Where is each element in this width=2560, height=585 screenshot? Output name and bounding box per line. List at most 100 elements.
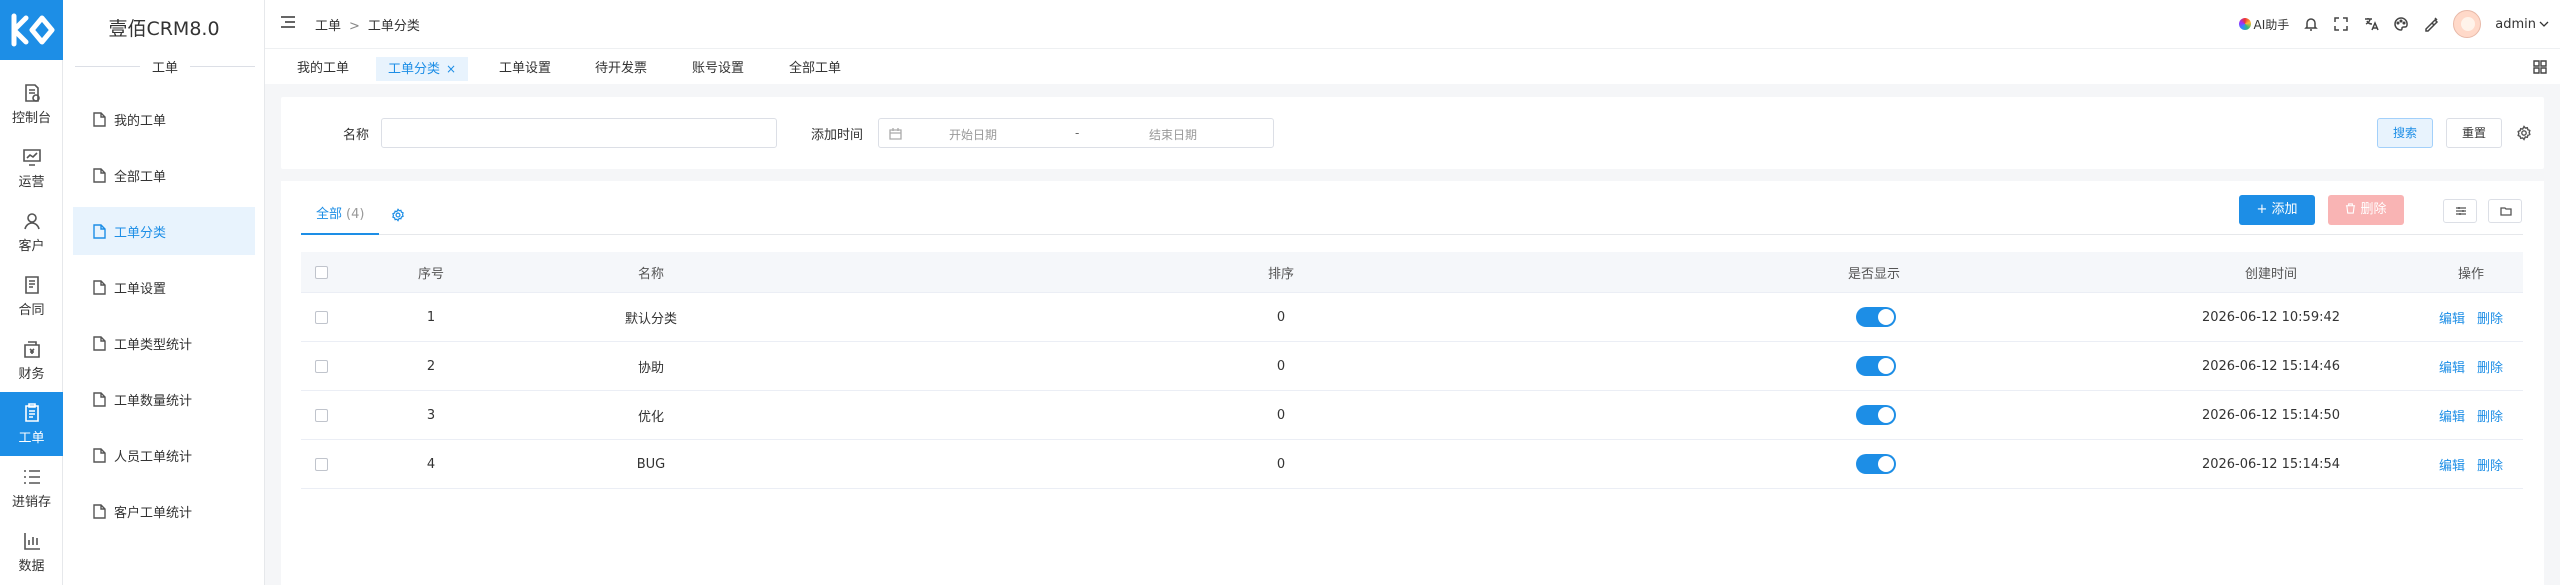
bar-chart-icon	[23, 533, 40, 550]
page-tab[interactable]: 全部工单	[777, 57, 853, 81]
list-icon	[23, 470, 40, 484]
cell-actions: 编辑 删除	[2421, 391, 2521, 439]
row-checkbox[interactable]	[314, 359, 328, 373]
cell-visible	[1856, 440, 1916, 488]
date-range-picker[interactable]: 开始日期 - 结束日期	[878, 118, 1274, 148]
rail-item[interactable]: 工单	[0, 392, 63, 456]
table-row: 3 优化 0 2026-06-12 15:14:50 编辑 删除	[301, 391, 2523, 440]
submenu-item[interactable]: 人员工单统计	[73, 431, 255, 479]
page-tab[interactable]: 工单分类 ×	[376, 57, 469, 81]
page-tab[interactable]: 工单设置	[487, 57, 563, 81]
tab-all[interactable]: 全部 (4)	[301, 195, 380, 235]
cell-no: 1	[426, 309, 436, 325]
page-tab[interactable]: 账号设置	[680, 57, 756, 81]
submenu-section-title: 工单	[152, 60, 179, 76]
app-logo[interactable]	[0, 0, 63, 60]
rail-item[interactable]: 控制台	[0, 72, 63, 136]
trash-icon	[2346, 203, 2356, 214]
cell-sort: 0	[1276, 358, 1286, 374]
visible-toggle[interactable]	[1856, 454, 1896, 474]
breadcrumb-item[interactable]: 工单	[315, 19, 341, 34]
rail-item-label: 进销存	[11, 495, 51, 510]
end-date-input[interactable]: 结束日期	[1149, 126, 1197, 143]
delete-link[interactable]: 删除	[2477, 455, 2503, 474]
user-menu[interactable]: admin	[2495, 17, 2550, 32]
export-button[interactable]	[2488, 199, 2522, 223]
ai-logo-icon	[2238, 18, 2251, 30]
rail-item[interactable]: 运营	[0, 136, 63, 200]
contract-icon	[24, 276, 39, 294]
edit-link[interactable]: 编辑	[2439, 308, 2465, 327]
list-panel: 全部 (4) + 添加 删除 序号 名称 排序 是否显示 创建时间 操作 1 默认分…	[281, 181, 2544, 585]
submenu-item[interactable]: 全部工单	[73, 151, 255, 199]
submenu-item[interactable]: 工单设置	[73, 263, 255, 311]
edit-link[interactable]: 编辑	[2439, 406, 2465, 425]
delete-link[interactable]: 删除	[2477, 357, 2503, 376]
top-right-toolbar: AI助手 admin	[2238, 8, 2550, 40]
row-select-cell	[301, 342, 341, 390]
header-visible: 是否显示	[1848, 266, 1901, 282]
row-checkbox[interactable]	[314, 457, 328, 471]
submenu-item[interactable]: 工单类型统计	[73, 319, 255, 367]
page-tab[interactable]: 我的工单	[285, 57, 361, 81]
rail-item[interactable]: 客户	[0, 200, 63, 264]
breadcrumb: 工单 > 工单分类	[315, 15, 420, 34]
row-checkbox[interactable]	[314, 408, 328, 422]
gear-icon[interactable]	[2516, 125, 2532, 141]
submenu-item[interactable]: 客户工单统计	[73, 487, 255, 535]
ai-assistant-button[interactable]: AI助手	[2238, 16, 2289, 33]
submenu-item[interactable]: 工单数量统计	[73, 375, 255, 423]
submenu-item-label: 工单分类	[114, 225, 167, 241]
header-actions: 操作	[2457, 266, 2484, 282]
column-settings-button[interactable]	[2443, 199, 2477, 223]
rail-item-label: 数据	[18, 559, 45, 574]
finance-icon	[23, 341, 40, 358]
submenu-item-label: 工单设置	[114, 281, 167, 297]
translate-icon[interactable]	[2363, 16, 2379, 32]
page-tab-label: 待开发票	[595, 61, 648, 76]
bell-icon[interactable]	[2303, 16, 2319, 32]
reset-button[interactable]: 重置	[2446, 118, 2502, 148]
avatar[interactable]	[2453, 10, 2482, 38]
row-checkbox[interactable]	[314, 310, 328, 324]
header-created: 创建时间	[2244, 266, 2297, 282]
tab-settings-gear-icon[interactable]	[391, 208, 405, 222]
rail-item[interactable]: 合同	[0, 264, 63, 328]
rail-item[interactable]: 数据	[0, 520, 63, 584]
submenu-item-label: 全部工单	[114, 169, 167, 185]
edit-link[interactable]: 编辑	[2439, 455, 2465, 474]
clear-cache-icon[interactable]	[2423, 16, 2439, 32]
delete-button[interactable]: 删除	[2328, 195, 2404, 225]
menu-toggle-icon[interactable]	[281, 16, 295, 28]
submenu-item[interactable]: 工单分类	[73, 207, 255, 255]
submenu-item-label: 工单数量统计	[114, 393, 193, 409]
document-icon	[93, 279, 106, 295]
delete-link[interactable]: 删除	[2477, 308, 2503, 327]
fullscreen-icon[interactable]	[2333, 16, 2349, 32]
cell-name: 协助	[637, 360, 664, 376]
visible-toggle[interactable]	[1856, 307, 1896, 327]
table-row: 4 BUG 0 2026-06-12 15:14:54 编辑 删除	[301, 440, 2523, 489]
rail-item[interactable]: 财务	[0, 328, 63, 392]
cell-created: 2026-06-12 10:59:42	[2201, 309, 2341, 325]
page-tab-label: 工单设置	[499, 61, 552, 76]
search-button[interactable]: 搜索	[2377, 118, 2433, 148]
close-icon[interactable]: ×	[446, 62, 456, 76]
page-tab-label: 工单分类	[388, 62, 441, 77]
page-tab[interactable]: 待开发票	[583, 57, 659, 81]
start-date-input[interactable]: 开始日期	[949, 126, 997, 143]
palette-icon[interactable]	[2393, 16, 2409, 32]
tab-all-count: (4)	[346, 207, 365, 222]
name-input[interactable]	[381, 118, 777, 148]
edit-link[interactable]: 编辑	[2439, 357, 2465, 376]
select-all-checkbox[interactable]	[314, 265, 328, 279]
add-button[interactable]: + 添加	[2239, 195, 2315, 225]
rail-item-label: 工单	[18, 431, 45, 446]
delete-link[interactable]: 删除	[2477, 406, 2503, 425]
visible-toggle[interactable]	[1856, 405, 1896, 425]
grid-icon[interactable]	[2532, 59, 2548, 75]
submenu-item[interactable]: 我的工单	[73, 95, 255, 143]
rail-item[interactable]: 进销存	[0, 456, 63, 520]
cell-actions: 编辑 删除	[2421, 342, 2521, 390]
visible-toggle[interactable]	[1856, 356, 1896, 376]
